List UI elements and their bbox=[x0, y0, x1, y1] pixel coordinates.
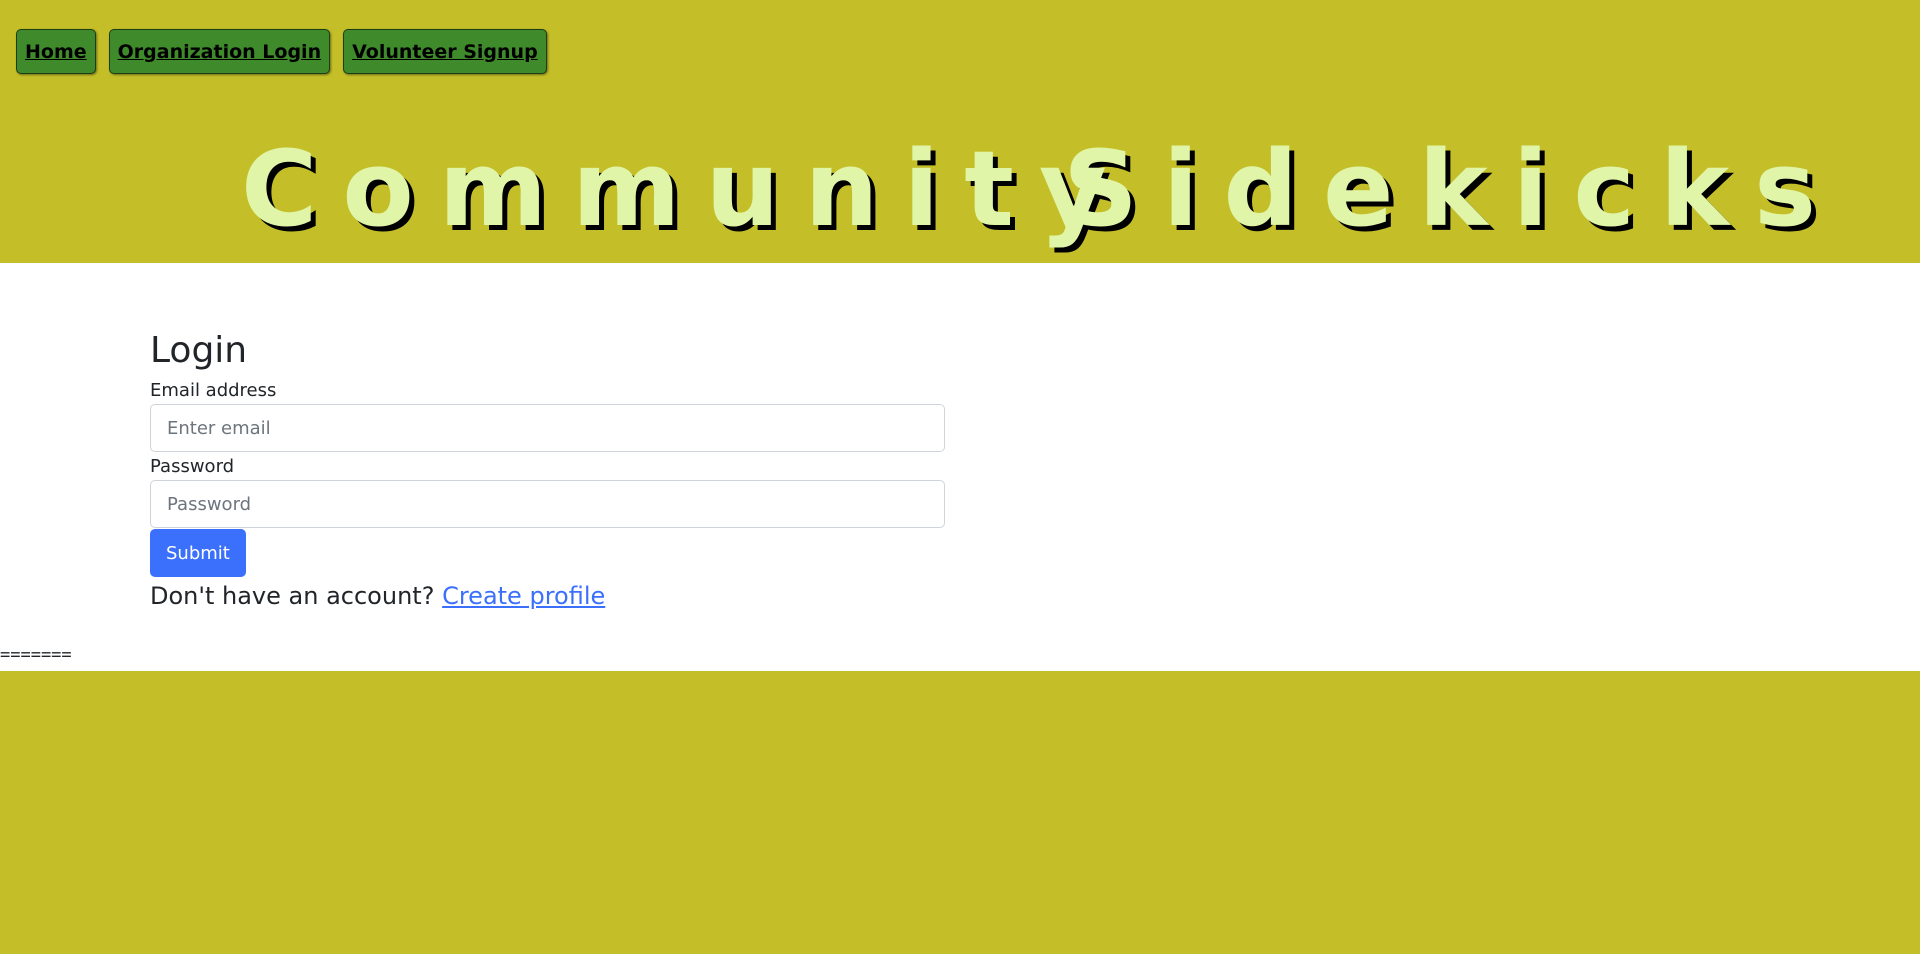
banner-word-community: Community bbox=[241, 128, 1132, 250]
email-label: Email address bbox=[150, 380, 277, 401]
password-input[interactable] bbox=[150, 480, 945, 528]
email-input[interactable] bbox=[150, 404, 945, 452]
submit-button[interactable]: Submit bbox=[150, 529, 246, 577]
nav-home-button[interactable]: Home bbox=[16, 29, 96, 74]
nav-organization-login-button[interactable]: Organization Login bbox=[108, 29, 331, 74]
login-form: Login Email address Password Submit Don'… bbox=[150, 326, 945, 610]
site-header: Home Organization Login Volunteer Signup… bbox=[0, 0, 1920, 263]
account-prompt-text: Don't have an account? bbox=[150, 582, 435, 610]
site-title-banner: Community Sidekicks Community Sidekicks bbox=[0, 105, 1920, 265]
nav-volunteer-signup-button[interactable]: Volunteer Signup bbox=[343, 29, 547, 74]
password-label: Password bbox=[150, 456, 235, 477]
create-account-prompt: Don't have an account? Create profile bbox=[150, 582, 945, 610]
banner-word-sidekicks: Sidekicks bbox=[1063, 128, 1841, 250]
banner-letters: Community Sidekicks bbox=[241, 128, 1841, 250]
separator-text: ======= bbox=[0, 645, 72, 665]
main-nav: Home Organization Login Volunteer Signup bbox=[16, 29, 547, 74]
create-profile-link[interactable]: Create profile bbox=[442, 582, 605, 610]
login-title: Login bbox=[150, 330, 248, 371]
page-footer bbox=[0, 671, 1920, 954]
main-content: Login Email address Password Submit Don'… bbox=[0, 263, 1920, 671]
